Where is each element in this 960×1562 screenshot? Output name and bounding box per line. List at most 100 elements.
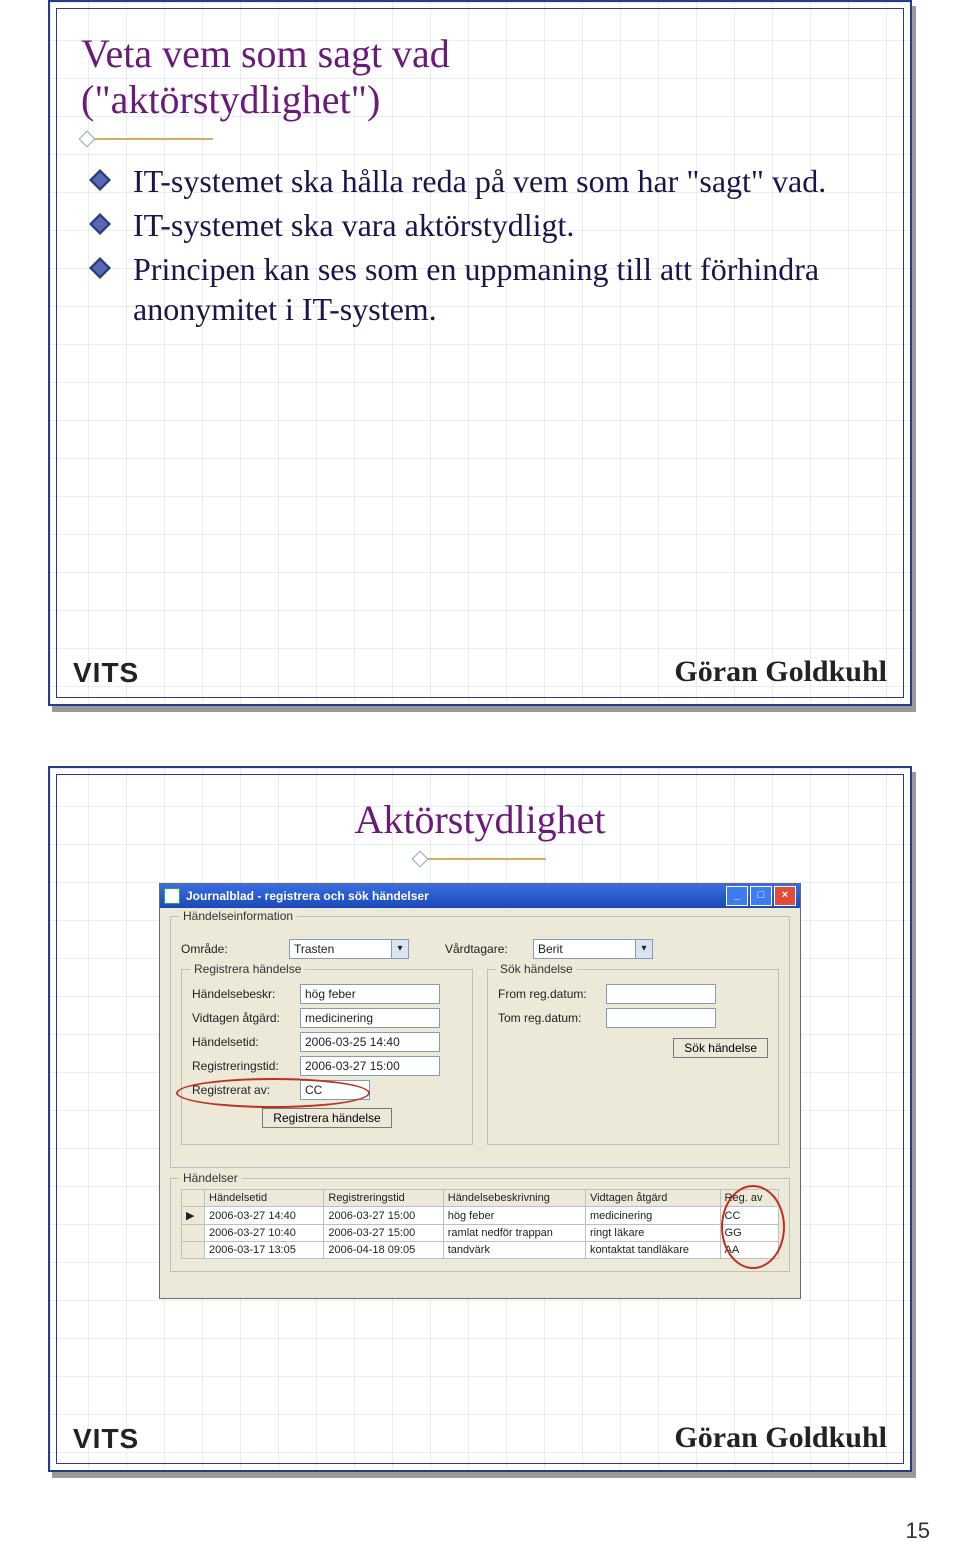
legend-sok: Sök händelse — [496, 962, 577, 976]
title-accent — [81, 853, 879, 865]
bullet-list: IT-systemet ska hålla reda på vem som ha… — [81, 161, 879, 329]
cell: ramlat nedför trappan — [443, 1225, 585, 1242]
slide-footer: VITS Göran Goldkuhl — [73, 1421, 887, 1455]
registrerat-value: CC — [305, 1083, 322, 1097]
slide-1-title: Veta vem som sagt vad ("aktörstydlighet"… — [81, 31, 879, 123]
diamond-bullet-icon — [89, 257, 111, 279]
row-pointer-icon — [182, 1225, 205, 1242]
cell: medicinering — [585, 1207, 720, 1225]
table-header-row: Händelsetid Registreringstid Händelsebes… — [182, 1190, 779, 1207]
slide-1-inner: Veta vem som sagt vad ("aktörstydlighet"… — [56, 8, 904, 698]
th-handelsetid: Händelsetid — [205, 1190, 324, 1207]
register-button[interactable]: Registrera händelse — [262, 1108, 391, 1128]
chevron-down-icon: ▾ — [635, 940, 652, 958]
accent-bar — [93, 138, 213, 140]
legend-info: Händelseinformation — [179, 909, 297, 923]
cell: kontaktat tandläkare — [585, 1242, 720, 1259]
handelsebeskr-input[interactable]: hög feber — [300, 984, 440, 1004]
bullet-3-text: Principen kan ses som en uppmaning till … — [133, 251, 819, 327]
cell: GG — [720, 1225, 778, 1242]
handelsebeskr-label: Händelsebeskr: — [192, 987, 292, 1001]
table-row[interactable]: 2006-03-27 10:40 2006-03-27 15:00 ramlat… — [182, 1225, 779, 1242]
vidtagen-label: Vidtagen åtgärd: — [192, 1011, 292, 1025]
from-input[interactable] — [606, 984, 716, 1004]
from-label: From reg.datum: — [498, 987, 598, 1001]
vardtagare-value: Berit — [538, 942, 563, 956]
cell: 2006-03-27 15:00 — [324, 1207, 443, 1225]
group-handelseinformation: Händelseinformation Område: Trasten ▾ Vå… — [170, 916, 790, 1168]
cell: 2006-03-27 14:40 — [205, 1207, 324, 1225]
registreringstid-label: Registreringstid: — [192, 1059, 292, 1073]
diamond-bullet-icon — [89, 169, 111, 191]
window-title: Journalblad - registrera och sök händels… — [186, 889, 429, 903]
vidtagen-input[interactable]: medicinering — [300, 1008, 440, 1028]
cell: 2006-03-17 13:05 — [205, 1242, 324, 1259]
bullet-1-text: IT-systemet ska hålla reda på vem som ha… — [133, 163, 826, 199]
handelsetid-input[interactable]: 2006-03-25 14:40 — [300, 1032, 440, 1052]
close-button[interactable]: × — [774, 886, 796, 906]
cell: AA — [720, 1242, 778, 1259]
row-pointer-icon: ▶ — [182, 1207, 205, 1225]
handelsetid-label: Händelsetid: — [192, 1035, 292, 1049]
omrade-label: Område: — [181, 942, 281, 956]
bullet-3: Principen kan ses som en uppmaning till … — [89, 249, 879, 329]
table-row[interactable]: ▶ 2006-03-27 14:40 2006-03-27 15:00 hög … — [182, 1207, 779, 1225]
th-regav: Reg. av — [720, 1190, 778, 1207]
row-pointer-icon — [182, 1242, 205, 1259]
registrerat-input[interactable]: CC — [300, 1080, 370, 1100]
titlebar: Journalblad - registrera och sök händels… — [160, 884, 800, 908]
cell: CC — [720, 1207, 778, 1225]
events-table: Händelsetid Registreringstid Händelsebes… — [181, 1189, 779, 1259]
page-number: 15 — [906, 1518, 930, 1544]
bullet-2: IT-systemet ska vara aktörstydligt. — [89, 205, 879, 245]
vardtagare-combo[interactable]: Berit ▾ — [533, 939, 653, 959]
omrade-combo[interactable]: Trasten ▾ — [289, 939, 409, 959]
author-name: Göran Goldkuhl — [674, 655, 887, 689]
table-row[interactable]: 2006-03-17 13:05 2006-04-18 09:05 tandvä… — [182, 1242, 779, 1259]
slide-2-title: Aktörstydlighet — [81, 797, 879, 843]
app-icon — [164, 888, 180, 904]
group-sok: Sök händelse From reg.datum: Tom reg.dat… — [487, 969, 779, 1145]
group-registrera: Registrera händelse Händelsebeskr: hög f… — [181, 969, 473, 1145]
registreringstid-input[interactable]: 2006-03-27 15:00 — [300, 1056, 440, 1076]
search-button[interactable]: Sök händelse — [673, 1038, 768, 1058]
group-handelser: Händelser Händelsetid Registreringstid H… — [170, 1178, 790, 1272]
th-vidtagen: Vidtagen åtgärd — [585, 1190, 720, 1207]
accent-bar — [426, 858, 546, 860]
slide-footer: VITS Göran Goldkuhl — [73, 655, 887, 689]
tom-input[interactable] — [606, 1008, 716, 1028]
accent-diamond-icon — [412, 851, 429, 868]
legend-handelser: Händelser — [179, 1171, 242, 1185]
vardtagare-label: Vårdtagare: — [445, 942, 525, 956]
vidtagen-value: medicinering — [305, 1011, 373, 1025]
handelsetid-value: 2006-03-25 14:40 — [305, 1035, 400, 1049]
author-name: Göran Goldkuhl — [674, 1421, 887, 1455]
bullet-2-text: IT-systemet ska vara aktörstydligt. — [133, 207, 574, 243]
cell: hög feber — [443, 1207, 585, 1225]
th-ptr — [182, 1190, 205, 1207]
th-registreringstid: Registreringstid — [324, 1190, 443, 1207]
registreringstid-value: 2006-03-27 15:00 — [305, 1059, 400, 1073]
accent-diamond-icon — [79, 131, 96, 148]
title-line-1: Veta vem som sagt vad — [81, 31, 450, 76]
cell: 2006-03-27 15:00 — [324, 1225, 443, 1242]
diamond-bullet-icon — [89, 213, 111, 235]
minimize-button[interactable]: _ — [726, 886, 748, 906]
legend-registrera: Registrera händelse — [190, 962, 305, 976]
cell: 2006-04-18 09:05 — [324, 1242, 443, 1259]
bullet-1: IT-systemet ska hålla reda på vem som ha… — [89, 161, 879, 201]
vits-logo: VITS — [73, 657, 139, 689]
registrerat-label: Registrerat av: — [192, 1083, 292, 1097]
omrade-value: Trasten — [294, 942, 334, 956]
cell: ringt läkare — [585, 1225, 720, 1242]
vits-logo: VITS — [73, 1423, 139, 1455]
tom-label: Tom reg.datum: — [498, 1011, 598, 1025]
cell: 2006-03-27 10:40 — [205, 1225, 324, 1242]
app-body: Händelseinformation Område: Trasten ▾ Vå… — [160, 908, 800, 1298]
app-window: Journalblad - registrera och sök händels… — [159, 883, 801, 1299]
row-omrade-vardtagare: Område: Trasten ▾ Vårdtagare: Berit ▾ — [181, 939, 779, 959]
slide-1: Veta vem som sagt vad ("aktörstydlighet"… — [48, 0, 912, 706]
maximize-button[interactable]: □ — [750, 886, 772, 906]
chevron-down-icon: ▾ — [391, 940, 408, 958]
handelsebeskr-value: hög feber — [305, 987, 356, 1001]
